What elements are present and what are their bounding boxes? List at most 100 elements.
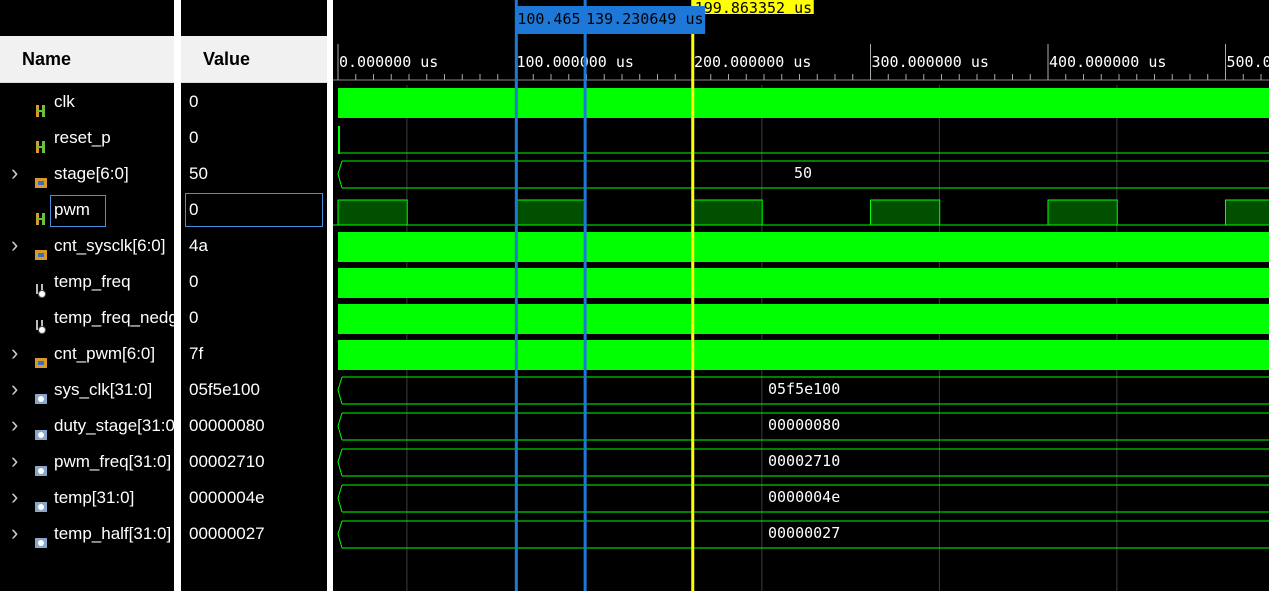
reg-signal-icon (34, 275, 48, 298)
signal-name: duty_stage[31:0] (54, 416, 174, 435)
signal-value: 0 (189, 308, 199, 327)
bus-signal-icon (34, 239, 48, 260)
expand-chevron-icon[interactable]: › (11, 408, 18, 443)
signal-value: 0 (189, 272, 199, 291)
waveform-canvas[interactable]: 0.000000 us 100.000000 us 200.000000 us 300… (333, 0, 1269, 591)
expand-chevron-icon[interactable]: › (11, 228, 18, 263)
signal-row-6[interactable]: temp_freq_nedg (0, 300, 174, 336)
signal-value-row-9[interactable]: 00000080 (181, 408, 327, 444)
signal-row-12[interactable]: › temp_half[31:0] (0, 516, 174, 552)
signal-name: reset_p (54, 128, 111, 147)
signal-name: temp_freq_nedg (54, 308, 174, 327)
pwm-high-pulse (1225, 199, 1269, 226)
cursor-label-blue-1: 100.465 (517, 10, 580, 28)
signal-value-row-10[interactable]: 00002710 (181, 444, 327, 480)
signal-name: cnt_pwm[6:0] (54, 344, 156, 363)
signal-value-row-2[interactable]: 50 (181, 156, 327, 192)
signal-value: 00002710 (189, 452, 265, 471)
expand-chevron-icon[interactable]: › (11, 444, 18, 479)
signal-row-9[interactable]: › duty_stage[31:0] (0, 408, 174, 444)
signal-row-10[interactable]: › pwm_freq[31:0] (0, 444, 174, 480)
signal-row-8[interactable]: › sys_clk[31:0] (0, 372, 174, 408)
signal-value-panel: Value 0 0 50 0 4a 0 0 7f 05f5e100 00000080 0000271… (181, 0, 327, 591)
signal-name: temp[31:0] (54, 488, 135, 507)
pwm-high-pulse (1047, 199, 1118, 226)
signal-name: temp_freq (54, 272, 131, 291)
signal-value: 7f (189, 344, 204, 363)
time-tick-label: 500.000000 us (1227, 53, 1269, 71)
expand-chevron-icon[interactable]: › (11, 156, 18, 191)
expand-chevron-icon[interactable]: › (11, 372, 18, 407)
signal-name: clk (54, 92, 75, 111)
bus-signal-icon (34, 347, 48, 368)
name-column-header[interactable]: Name (0, 36, 174, 83)
dense-signal-band (338, 340, 1269, 370)
signal-value-row-8[interactable]: 05f5e100 (181, 372, 327, 408)
dense-signal-band (338, 268, 1269, 298)
name-header-label: Name (22, 49, 72, 69)
expand-chevron-icon[interactable]: › (11, 480, 18, 515)
dense-signal-band (338, 88, 1269, 118)
bus-value-label: 05f5e100 (768, 380, 840, 398)
signal-name-panel: Name clk reset_p › stage[6:0] pwm › cnt_sysclk… (0, 0, 174, 591)
signal-value-row-0[interactable]: 0 (181, 84, 327, 120)
signal-row-7[interactable]: › cnt_pwm[6:0] (0, 336, 174, 372)
param-signal-icon (34, 383, 48, 404)
signal-value: 50 (189, 164, 208, 183)
value-column-header[interactable]: Value (181, 36, 327, 83)
signal-row-5[interactable]: temp_freq (0, 264, 174, 300)
reset-pulse (338, 126, 340, 154)
reg-signal-icon (34, 311, 48, 334)
bus-signal-icon (34, 167, 48, 188)
signal-name: pwm_freq[31:0] (54, 452, 172, 471)
pwm-high-pulse (870, 199, 941, 226)
waveform-svg[interactable]: 0.000000 us 100.000000 us 200.000000 us 300… (333, 0, 1269, 591)
bus-value-label: 0000004e (768, 488, 840, 506)
signal-value: 4a (189, 236, 208, 255)
signal-value-row-7[interactable]: 7f (181, 336, 327, 372)
time-tick-label: 400.000000 us (1049, 53, 1166, 71)
signal-value: 00000080 (189, 416, 265, 435)
signal-name: temp_half[31:0] (54, 524, 172, 543)
bus-transition (337, 520, 343, 549)
signal-value-row-5[interactable]: 0 (181, 264, 327, 300)
cursor-label-blue-2: 139.230649 us (586, 10, 703, 28)
signal-name: cnt_sysclk[6:0] (54, 236, 166, 255)
signal-value: 0000004e (189, 488, 265, 507)
time-tick-label: 300.000000 us (872, 53, 989, 71)
signal-value: 05f5e100 (189, 380, 260, 399)
dense-signal-band (338, 304, 1269, 334)
signal-row-2[interactable]: › stage[6:0] (0, 156, 174, 192)
param-signal-icon (34, 455, 48, 476)
bus-transition (337, 376, 343, 405)
param-signal-icon (34, 491, 48, 512)
pwm-high-pulse (515, 199, 586, 226)
expand-chevron-icon[interactable]: › (11, 516, 18, 551)
signal-value-row-1[interactable]: 0 (181, 120, 327, 156)
pwm-high-pulse (337, 199, 408, 226)
signal-name: sys_clk[31:0] (54, 380, 153, 399)
signal-value-row-12[interactable]: 00000027 (181, 516, 327, 552)
expand-chevron-icon[interactable]: › (11, 336, 18, 371)
bit-signal-icon (34, 95, 48, 117)
bus-value-label: 50 (794, 164, 812, 182)
bus-value-label: 00000080 (768, 416, 840, 434)
time-tick-label: 100.000000 us (517, 53, 634, 71)
dense-signal-band (338, 232, 1269, 262)
signal-row-4[interactable]: › cnt_sysclk[6:0] (0, 228, 174, 264)
signal-value-row-11[interactable]: 0000004e (181, 480, 327, 516)
signal-value-row-4[interactable]: 4a (181, 228, 327, 264)
bit-signal-icon (34, 131, 48, 153)
selection-box (50, 195, 106, 227)
signal-row-0[interactable]: clk (0, 84, 174, 120)
bus-transition (337, 484, 343, 513)
signal-value-row-6[interactable]: 0 (181, 300, 327, 336)
signal-row-11[interactable]: › temp[31:0] (0, 480, 174, 516)
signal-name: stage[6:0] (54, 164, 129, 183)
bus-transition (337, 412, 343, 441)
signal-row-1[interactable]: reset_p (0, 120, 174, 156)
bus-transition (337, 160, 343, 189)
param-signal-icon (34, 419, 48, 440)
bus-transition (337, 448, 343, 477)
param-signal-icon (34, 527, 48, 548)
